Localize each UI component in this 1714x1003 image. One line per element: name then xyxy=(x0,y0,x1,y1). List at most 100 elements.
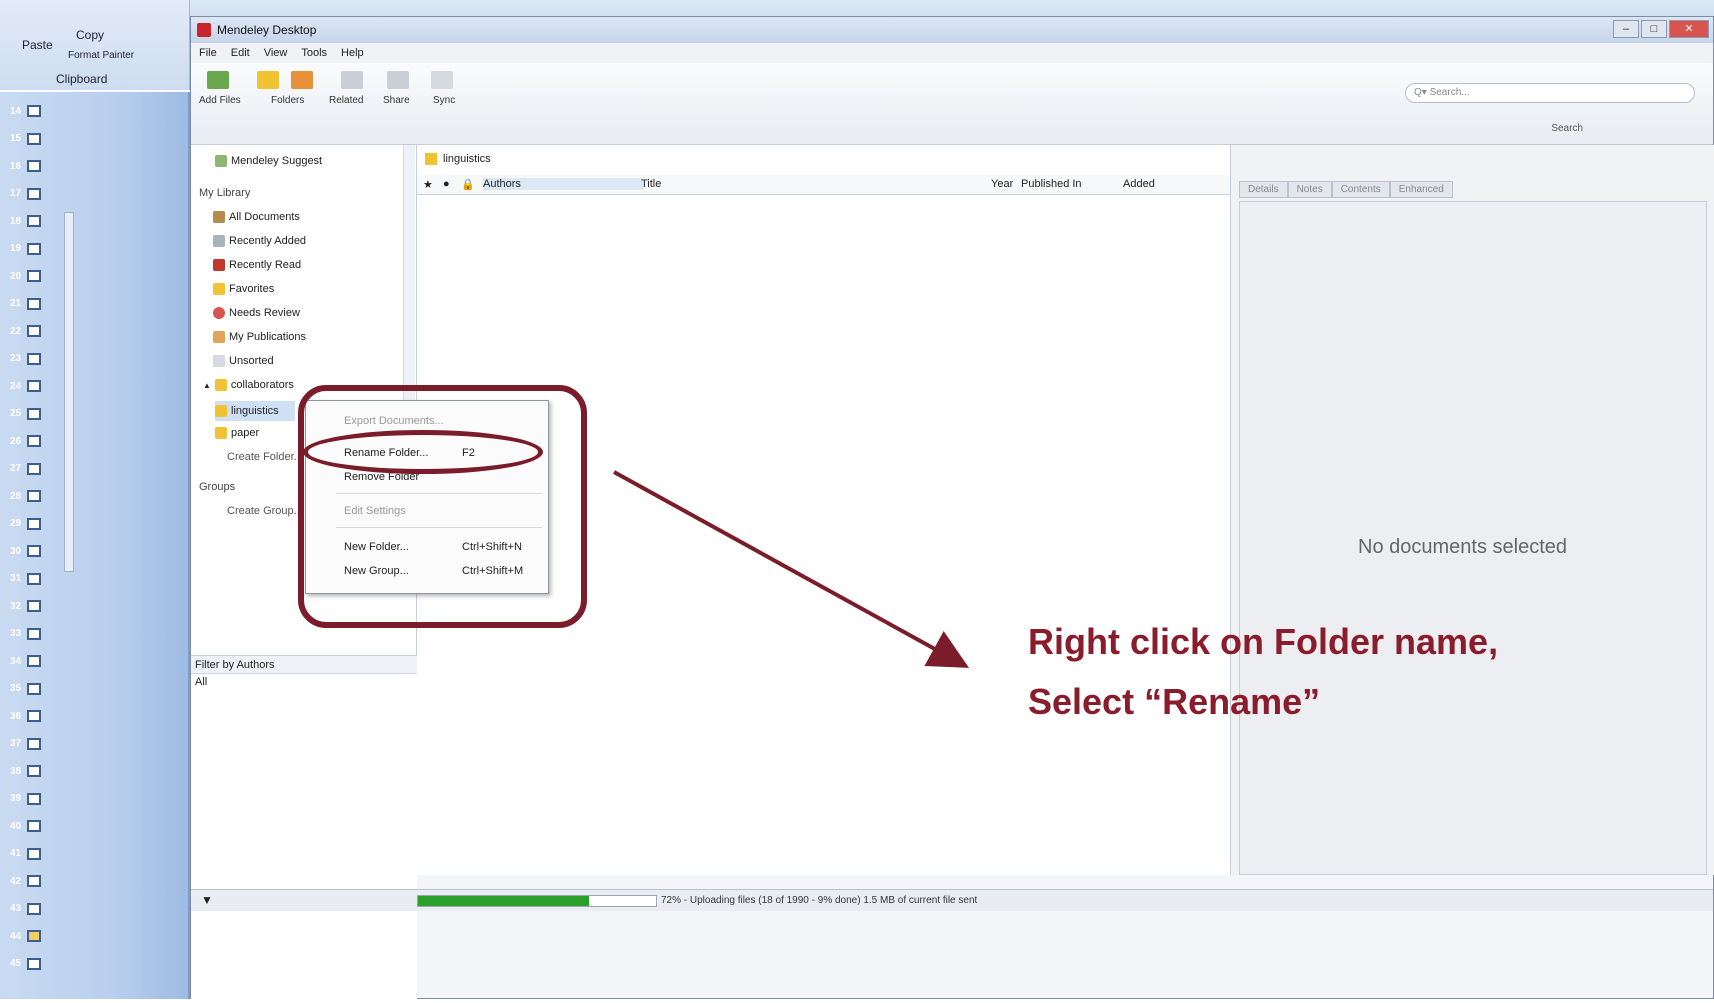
slide-thumb-icon xyxy=(27,627,42,640)
expand-arrow-icon[interactable]: ▲ xyxy=(203,381,211,390)
column-authors[interactable]: Authors xyxy=(483,178,643,190)
slide-thumbnail[interactable]: 28 xyxy=(10,485,60,507)
slide-thumbnail[interactable]: 35 xyxy=(10,678,60,700)
sidebar-item-collection[interactable]: ▲ collaborators xyxy=(203,379,294,391)
column-title[interactable]: Title xyxy=(641,178,661,190)
folder-add-icon[interactable] xyxy=(291,71,313,89)
folders-button[interactable]: Folders xyxy=(271,95,304,106)
slide-number: 26 xyxy=(10,435,22,447)
format-painter-button[interactable]: Format Painter xyxy=(68,50,134,61)
slide-thumbnail[interactable]: 17 xyxy=(10,183,60,205)
read-status-column-icon[interactable]: ● xyxy=(443,178,450,190)
slide-thumbnail[interactable]: 33 xyxy=(10,623,60,645)
sidebar-item-all-documents[interactable]: All Documents xyxy=(213,211,300,223)
slide-thumbnail[interactable]: 42 xyxy=(10,870,60,892)
create-group-link[interactable]: Create Group... xyxy=(227,505,303,517)
slide-thumbnail[interactable]: 32 xyxy=(10,595,60,617)
slide-number: 36 xyxy=(10,710,22,722)
tab-enhanced[interactable]: Enhanced xyxy=(1389,181,1453,198)
slide-thumbnail[interactable]: 26 xyxy=(10,430,60,452)
slide-thumbnail[interactable]: 22 xyxy=(10,320,60,342)
slide-thumbnail[interactable]: 44 xyxy=(10,925,60,947)
slide-thumbnail[interactable]: 36 xyxy=(10,705,60,727)
annotation-line-1: Right click on Folder name, xyxy=(1028,621,1499,662)
filter-value[interactable]: All xyxy=(191,674,417,690)
sync-icon[interactable] xyxy=(431,71,453,89)
slide-number: 32 xyxy=(10,600,22,612)
slide-thumbnail[interactable]: 16 xyxy=(10,155,60,177)
sidebar-item-selected-folder[interactable]: linguistics xyxy=(215,401,295,421)
sidebar-item-needs-review[interactable]: Needs Review xyxy=(213,307,300,319)
slide-thumbnail[interactable]: 21 xyxy=(10,293,60,315)
clock-icon xyxy=(213,235,225,247)
menu-edit[interactable]: Edit xyxy=(231,47,250,59)
menu-tools[interactable]: Tools xyxy=(301,47,327,59)
menu-bar: File Edit View Tools Help xyxy=(191,43,1713,63)
column-added[interactable]: Added xyxy=(1123,178,1155,190)
slide-thumbnail[interactable]: 37 xyxy=(10,733,60,755)
favorite-column-star-icon[interactable]: ★ xyxy=(423,178,433,191)
filter-icon[interactable]: ▼ xyxy=(201,893,213,907)
slide-thumb-icon xyxy=(27,325,42,337)
mendeley-logo-icon xyxy=(197,23,211,37)
slide-thumbnail[interactable]: 41 xyxy=(10,843,60,865)
slide-number: 39 xyxy=(10,793,22,804)
menu-file[interactable]: File xyxy=(199,47,217,59)
tab-details[interactable]: Details xyxy=(1239,181,1288,198)
paste-button[interactable]: Paste xyxy=(22,38,53,52)
create-folder-link[interactable]: Create Folder... xyxy=(227,451,303,463)
slide-thumbnail[interactable]: 43 xyxy=(10,898,60,920)
slide-thumbnail[interactable]: 14 xyxy=(10,100,60,122)
menu-help[interactable]: Help xyxy=(341,47,364,59)
details-tabs: Details Notes Contents Enhanced xyxy=(1239,181,1453,198)
filter-header[interactable]: Filter by Authors xyxy=(191,656,417,674)
maximize-button[interactable]: □ xyxy=(1641,20,1667,38)
slide-thumbnail[interactable]: 27 xyxy=(10,458,60,480)
add-document-icon[interactable] xyxy=(207,71,229,89)
slide-thumbnail[interactable]: 45 xyxy=(10,953,60,975)
copy-button[interactable]: Copy xyxy=(76,28,104,42)
related-icon[interactable] xyxy=(341,71,363,89)
sidebar-item-recently-added[interactable]: Recently Added xyxy=(213,235,306,247)
slide-thumb-icon xyxy=(27,847,42,860)
folder-icon[interactable] xyxy=(257,71,279,89)
column-published-in[interactable]: Published In xyxy=(1021,178,1082,190)
related-button[interactable]: Related xyxy=(329,95,363,106)
column-year[interactable]: Year xyxy=(991,178,1013,190)
attachment-column-lock-icon[interactable]: 🔒 xyxy=(461,178,475,191)
sidebar-item-suggest[interactable]: Mendeley Suggest xyxy=(215,155,322,167)
slide-number: 24 xyxy=(10,380,22,392)
share-icon[interactable] xyxy=(387,71,409,89)
slide-thumbnail[interactable]: 23 xyxy=(10,348,60,370)
sidebar-item-unsorted[interactable]: Unsorted xyxy=(213,355,274,367)
close-button[interactable]: ✕ xyxy=(1669,20,1709,38)
sidebar-item-recently-read[interactable]: Recently Read xyxy=(213,259,301,271)
slide-thumbnail[interactable]: 34 xyxy=(10,650,60,672)
slide-thumbnail[interactable]: 24 xyxy=(10,375,60,397)
slide-strip-scrollbar[interactable] xyxy=(64,212,74,572)
slide-thumbnail[interactable]: 38 xyxy=(10,760,60,782)
slide-thumbnail[interactable]: 31 xyxy=(10,568,60,590)
sync-button[interactable]: Sync xyxy=(433,95,455,106)
slide-thumbnail[interactable]: 40 xyxy=(10,815,60,837)
slide-thumbnail[interactable]: 18 xyxy=(10,210,60,232)
search-input[interactable]: Q▾ Search... xyxy=(1405,83,1695,103)
publications-icon xyxy=(213,331,225,343)
slide-thumbnail[interactable]: 25 xyxy=(10,403,60,425)
tab-notes[interactable]: Notes xyxy=(1287,181,1332,198)
slide-thumbnail[interactable]: 39 xyxy=(10,788,60,810)
slide-thumbnail[interactable]: 19 xyxy=(10,238,60,260)
share-button[interactable]: Share xyxy=(383,95,410,106)
slide-thumbnail-strip[interactable]: 14 15 16 17 18 19 20 21 22 23 24 25 26 27 28 29 30 31 32 33… xyxy=(0,92,190,999)
slide-thumbnail[interactable]: 20 xyxy=(10,265,60,287)
sidebar-item-folder[interactable]: paper xyxy=(215,427,259,439)
menu-view[interactable]: View xyxy=(264,47,288,59)
minimize-button[interactable]: – xyxy=(1613,20,1639,38)
tab-contents[interactable]: Contents xyxy=(1331,181,1390,198)
add-files-button[interactable]: Add Files xyxy=(199,95,241,106)
slide-thumbnail[interactable]: 30 xyxy=(10,540,60,562)
sidebar-item-my-publications[interactable]: My Publications xyxy=(213,331,306,343)
sidebar-item-favorites[interactable]: Favorites xyxy=(213,283,274,295)
slide-thumbnail[interactable]: 15 xyxy=(10,128,60,150)
slide-thumbnail[interactable]: 29 xyxy=(10,513,60,535)
